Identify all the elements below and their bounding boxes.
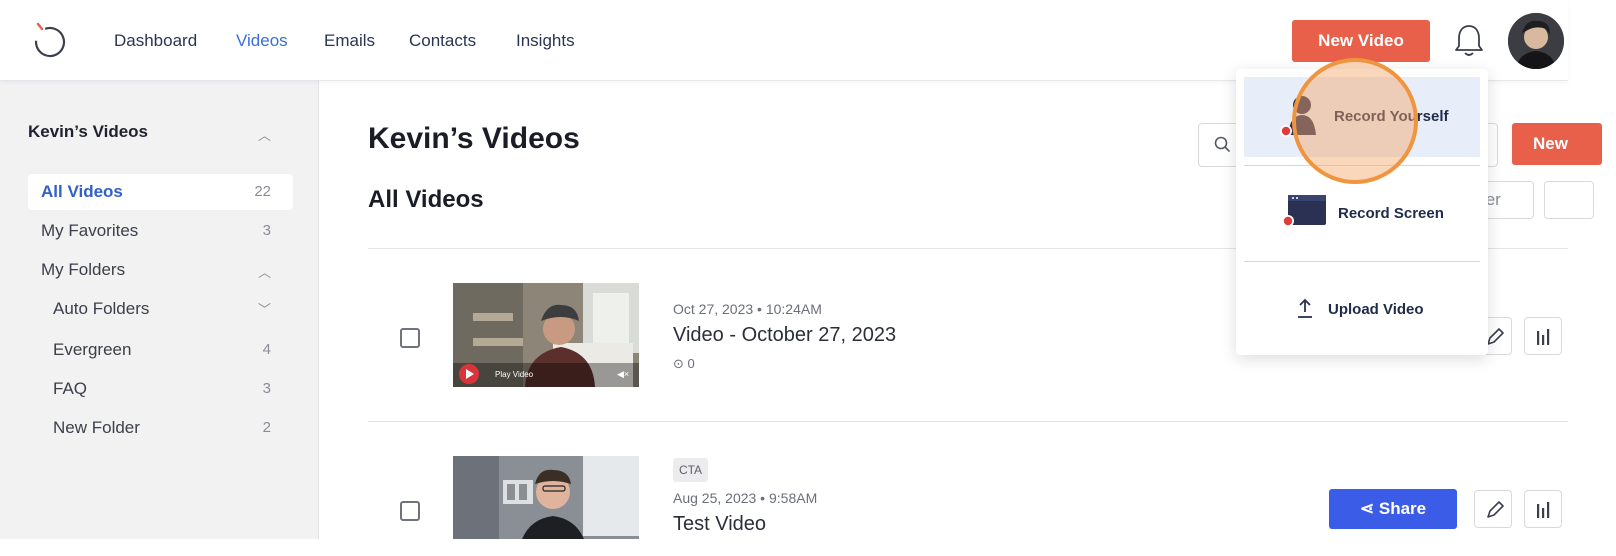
row-checkbox[interactable] — [400, 328, 420, 348]
notification-bell-icon[interactable] — [1452, 22, 1486, 58]
divider — [1244, 165, 1480, 166]
sidebar-item-count: 22 — [254, 183, 271, 200]
sort-button[interactable] — [1544, 181, 1594, 219]
upload-video-option[interactable]: Upload Video — [1244, 269, 1480, 349]
sidebar-item-evergreen[interactable]: Evergreen 4 — [28, 332, 293, 368]
record-yourself-option[interactable]: Record Yourself — [1244, 77, 1480, 157]
sidebar: Kevin’s Videos ︿ All Videos 22 My Favori… — [0, 81, 319, 539]
bar-chart-icon — [1537, 329, 1550, 345]
sidebar-item-label: My Favorites — [41, 221, 139, 240]
nav-dashboard[interactable]: Dashboard — [114, 31, 197, 51]
user-avatar[interactable] — [1508, 13, 1564, 69]
new-video-dropdown: Record Yourself Record Screen Upload Vid… — [1236, 69, 1488, 355]
new-video-button[interactable]: New Video — [1292, 20, 1430, 62]
page-title: Kevin’s Videos — [368, 122, 580, 155]
record-screen-label: Record Screen — [1338, 205, 1444, 222]
record-screen-option[interactable]: Record Screen — [1244, 173, 1480, 253]
divider — [1244, 261, 1480, 262]
play-video-label: Play Video — [495, 370, 534, 379]
sidebar-item-count: 2 — [262, 419, 271, 436]
pencil-icon — [1487, 501, 1504, 518]
video-date: Oct 27, 2023 • 10:24AM — [673, 301, 822, 317]
sidebar-item-my-folders[interactable]: My Folders ︿ — [28, 252, 293, 288]
nav-emails[interactable]: Emails — [324, 31, 375, 51]
record-yourself-label: Record Yourself — [1334, 108, 1449, 125]
video-views: ⊙ 0 — [673, 356, 695, 372]
search-icon — [1214, 136, 1230, 152]
upload-icon — [1298, 298, 1312, 318]
sidebar-item-count: 3 — [262, 222, 271, 239]
video-title[interactable]: Test Video — [673, 513, 766, 536]
sidebar-item-all-videos[interactable]: All Videos 22 — [28, 174, 293, 210]
sidebar-item-count: 4 — [262, 341, 271, 358]
upload-video-label: Upload Video — [1328, 301, 1424, 318]
sidebar-item-label: Evergreen — [53, 340, 132, 359]
video-title[interactable]: Video - October 27, 2023 — [673, 324, 896, 347]
edit-button[interactable] — [1474, 490, 1512, 528]
sidebar-item-label: My Folders — [41, 260, 126, 279]
video-thumbnail[interactable] — [453, 456, 639, 539]
sidebar-title: Kevin’s Videos — [28, 122, 148, 141]
video-date: Aug 25, 2023 • 9:58AM — [673, 490, 818, 506]
sidebar-item-label: Auto Folders — [53, 299, 150, 318]
share-button[interactable]: ⋖ Share — [1329, 489, 1457, 529]
bar-chart-icon — [1537, 502, 1550, 518]
sidebar-item-count: 3 — [262, 380, 271, 397]
record-screen-icon — [1282, 195, 1326, 227]
chevron-down-icon[interactable]: ﹀ — [258, 299, 271, 318]
chevron-up-icon[interactable]: ︿ — [258, 125, 271, 144]
sidebar-item-label: All Videos — [41, 182, 123, 201]
nav-contacts[interactable]: Contacts — [409, 31, 476, 51]
video-thumbnail[interactable]: Play Video ◀× — [453, 283, 639, 387]
section-title: All Videos — [368, 186, 484, 213]
play-count-icon: ⊙ — [673, 356, 684, 371]
chevron-up-icon[interactable]: ︿ — [258, 262, 271, 281]
sidebar-item-faq[interactable]: FAQ 3 — [28, 371, 293, 407]
view-count: 0 — [687, 356, 695, 371]
sidebar-item-label: New Folder — [53, 418, 140, 437]
row-checkbox[interactable] — [400, 501, 420, 521]
nav-videos[interactable]: Videos — [236, 31, 288, 51]
new-button[interactable]: New — [1512, 123, 1602, 165]
app-logo-icon[interactable] — [30, 18, 70, 60]
sidebar-item-auto-folders[interactable]: Auto Folders ﹀ — [28, 291, 293, 327]
analytics-button[interactable] — [1524, 490, 1562, 528]
analytics-button[interactable] — [1524, 317, 1562, 355]
sidebar-item-new-folder[interactable]: New Folder 2 — [28, 410, 293, 446]
sidebar-item-my-favorites[interactable]: My Favorites 3 — [28, 213, 293, 249]
nav-insights[interactable]: Insights — [516, 31, 575, 51]
svg-text:◀×: ◀× — [617, 369, 629, 379]
share-label: Share — [1378, 499, 1427, 518]
share-icon: ⋖ — [1359, 499, 1375, 518]
record-yourself-icon — [1280, 96, 1316, 137]
cta-tag-badge: CTA — [673, 458, 708, 482]
sidebar-item-label: FAQ — [53, 379, 88, 398]
divider — [368, 421, 1568, 422]
